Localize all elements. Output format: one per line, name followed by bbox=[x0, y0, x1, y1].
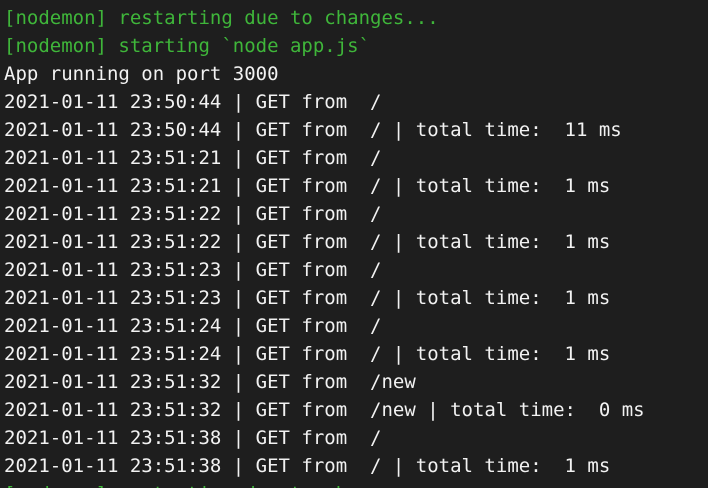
terminal-output: [nodemon] restarting due to changes... [… bbox=[4, 4, 704, 488]
terminal-line: 2021-01-11 23:51:21 | GET from / | total… bbox=[4, 175, 611, 197]
terminal-line: 2021-01-11 23:51:22 | GET from / | total… bbox=[4, 231, 611, 253]
terminal-window[interactable]: [nodemon] restarting due to changes... [… bbox=[0, 0, 708, 488]
terminal-line: 2021-01-11 23:51:23 | GET from / | total… bbox=[4, 287, 611, 309]
terminal-line: 2021-01-11 23:51:23 | GET from / bbox=[4, 259, 382, 281]
terminal-line: 2021-01-11 23:51:38 | GET from / | total… bbox=[4, 455, 611, 477]
terminal-line: [nodemon] restarting due to changes... bbox=[4, 7, 439, 29]
terminal-line: 2021-01-11 23:51:32 | GET from /new | to… bbox=[4, 399, 645, 421]
terminal-line: App running on port 3000 bbox=[4, 63, 279, 85]
terminal-line: 2021-01-11 23:50:44 | GET from / | total… bbox=[4, 119, 622, 141]
terminal-line: 2021-01-11 23:51:38 | GET from / bbox=[4, 427, 382, 449]
terminal-line: 2021-01-11 23:51:24 | GET from / bbox=[4, 315, 382, 337]
terminal-line: 2021-01-11 23:51:32 | GET from /new bbox=[4, 371, 416, 393]
terminal-line: [nodemon] restarting due to changes... bbox=[4, 480, 704, 488]
terminal-line: 2021-01-11 23:51:21 | GET from / bbox=[4, 147, 382, 169]
terminal-line: 2021-01-11 23:51:24 | GET from / | total… bbox=[4, 343, 611, 365]
terminal-line: 2021-01-11 23:51:22 | GET from / bbox=[4, 203, 382, 225]
terminal-line: [nodemon] starting `node app.js` bbox=[4, 35, 371, 57]
terminal-line: 2021-01-11 23:50:44 | GET from / bbox=[4, 91, 382, 113]
